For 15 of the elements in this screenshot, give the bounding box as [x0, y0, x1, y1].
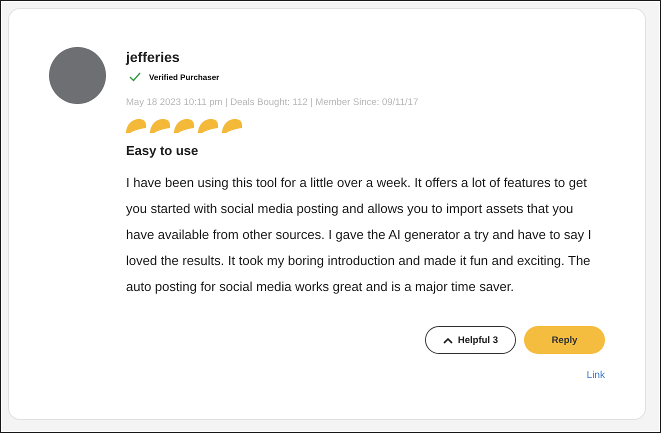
taco-icon [198, 119, 218, 133]
link[interactable]: Link [586, 370, 605, 381]
review-title: Easy to use [126, 143, 200, 158]
taco-icon [174, 119, 194, 133]
author-name: jefferies [126, 49, 181, 65]
review-text: I have been using this tool for a little over a week. It offers a lot of features to get you started with social media posting and allows you to import assets that you have available from other sources. I gave the AI generator a try and have to say I loved the results. It took my boring introduction and made it fun and exciting. The auto posting for social media works great and is a major time saver. [126, 174, 592, 296]
taco-icon [126, 119, 146, 133]
reply-button[interactable]: Reply [524, 326, 605, 354]
helpful-button[interactable]: Helpful 3 [424, 326, 516, 354]
taco-icon [150, 119, 170, 133]
review-meta: May 18 2023 10:11 pm | Deals Bought: 112 | Member Since: 09/11/17 [126, 97, 420, 108]
taco-icon [222, 119, 242, 133]
verified-label: Verified Purchaser [149, 72, 220, 82]
chevron-up-icon [442, 336, 453, 344]
check-icon [129, 72, 141, 82]
